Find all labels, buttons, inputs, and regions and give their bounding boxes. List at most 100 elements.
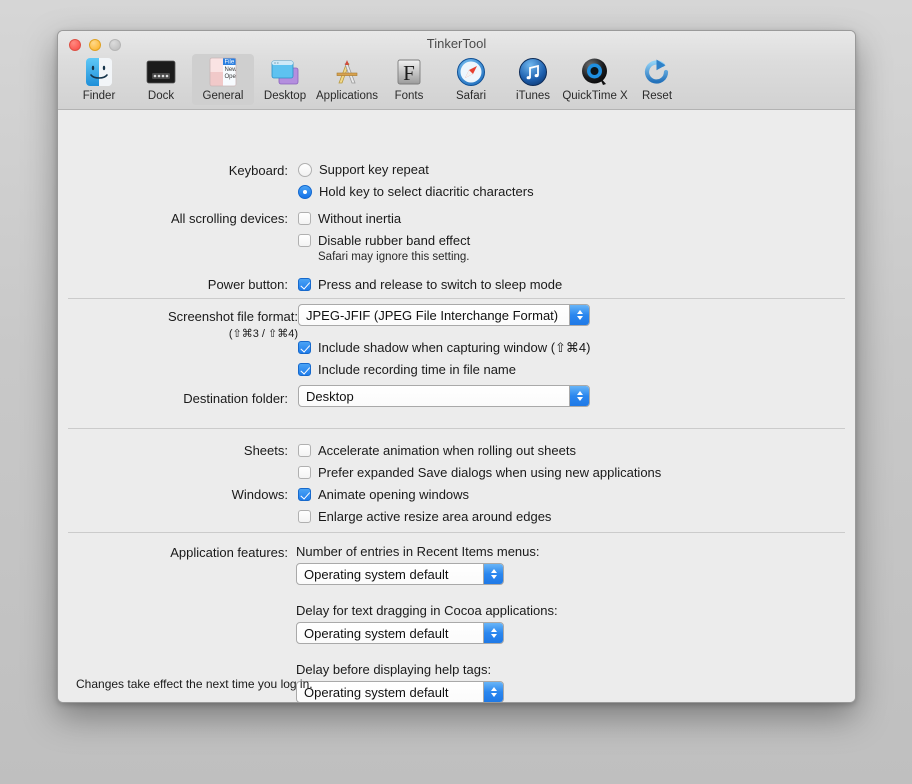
desktop-icon xyxy=(269,56,301,88)
window-chrome: TinkerTool Finder Dock File New Ope Gene… xyxy=(58,31,855,110)
option-label: Disable rubber band effect xyxy=(318,233,471,248)
toolbar-item-itunes[interactable]: iTunes xyxy=(502,54,564,105)
sheets-options: Accelerate animation when rolling out sh… xyxy=(298,442,661,481)
checkbox-include-recording-time[interactable]: Include recording time in file name xyxy=(298,361,590,378)
help-tag-delay-group: Delay before displaying help tags: Opera… xyxy=(296,661,558,702)
recent-items-caption: Number of entries in Recent Items menus: xyxy=(296,544,540,559)
toolbar-item-finder[interactable]: Finder xyxy=(68,54,130,105)
chevron-updown-icon xyxy=(483,623,503,643)
destination-label: Destination folder: xyxy=(183,391,288,406)
power-label-wrap: Power button: xyxy=(58,276,298,293)
keyboard-options: Support key repeat Hold key to select di… xyxy=(298,161,534,200)
checkbox-accelerate-sheets[interactable]: Accelerate animation when rolling out sh… xyxy=(298,442,661,459)
screenshot-controls: JPEG-JFIF (JPEG File Interchange Format)… xyxy=(298,304,590,378)
itunes-icon xyxy=(517,56,549,88)
checkbox-animate-opening-windows[interactable]: Animate opening windows xyxy=(298,486,551,503)
toolbar-label: QuickTime X xyxy=(562,90,628,102)
checkbox-indicator xyxy=(298,234,311,247)
screenshot-format-value: JPEG-JFIF (JPEG File Interchange Format) xyxy=(306,307,559,323)
destination-folder-select[interactable]: Desktop xyxy=(298,385,590,407)
power-options: Press and release to switch to sleep mod… xyxy=(298,276,562,293)
checkbox-expanded-save-dialogs[interactable]: Prefer expanded Save dialogs when using … xyxy=(298,464,661,481)
toolbar-item-dock[interactable]: Dock xyxy=(130,54,192,105)
toolbar-item-reset[interactable]: Reset xyxy=(626,54,688,105)
status-text: Changes take effect the next time you lo… xyxy=(76,677,313,691)
scrolling-note: Safari may ignore this setting. xyxy=(318,251,470,263)
toolbar-item-applications[interactable]: Applications xyxy=(316,54,378,105)
toolbar-label: Finder xyxy=(82,90,116,102)
safari-icon xyxy=(455,56,487,88)
windows-label-wrap: Windows: xyxy=(58,486,298,503)
recent-items-select[interactable]: Operating system default xyxy=(296,563,504,585)
checkbox-indicator xyxy=(298,278,311,291)
toolbar-label: iTunes xyxy=(515,90,551,102)
toolbar-item-safari[interactable]: Safari xyxy=(440,54,502,105)
scrolling-label-wrap: All scrolling devices: xyxy=(58,210,298,227)
option-label: Without inertia xyxy=(318,211,402,226)
fonts-icon: F xyxy=(393,56,425,88)
quicktime-icon xyxy=(579,56,611,88)
destination-folder-value: Desktop xyxy=(306,388,354,404)
windows-label: Windows: xyxy=(231,487,288,502)
checkbox-disable-rubber-band[interactable]: Disable rubber band effect xyxy=(298,232,470,249)
toolbar-label: Applications xyxy=(316,90,379,102)
radio-hold-key-diacritic[interactable]: Hold key to select diacritic characters xyxy=(298,183,534,200)
chevron-updown-icon xyxy=(569,305,589,325)
svg-text:F: F xyxy=(403,61,415,85)
checkbox-enlarge-resize-area[interactable]: Enlarge active resize area around edges xyxy=(298,508,551,525)
separator-3 xyxy=(68,532,845,533)
scrolling-label: All scrolling devices: xyxy=(170,211,288,226)
text-drag-delay-group: Delay for text dragging in Cocoa applica… xyxy=(296,602,558,644)
preferences-content: Keyboard: Support key repeat Hold key to… xyxy=(58,110,855,702)
toolbar-item-quicktime[interactable]: QuickTime X xyxy=(562,54,628,105)
sheets-label: Sheets: xyxy=(243,443,288,458)
checkbox-power-sleep[interactable]: Press and release to switch to sleep mod… xyxy=(298,276,562,293)
chevron-updown-icon xyxy=(483,564,503,584)
checkbox-indicator xyxy=(298,363,311,376)
toolbar-label: Reset xyxy=(641,90,673,102)
toolbar-label: General xyxy=(202,90,244,102)
tinkertool-window: TinkerTool Finder Dock File New Ope Gene… xyxy=(57,30,856,703)
svg-text:File: File xyxy=(225,60,235,66)
option-label: Include recording time in file name xyxy=(318,362,516,377)
checkbox-indicator xyxy=(298,212,311,225)
text-drag-delay-value: Operating system default xyxy=(304,625,449,641)
checkbox-indicator xyxy=(298,488,311,501)
general-icon: File New Ope xyxy=(207,56,239,88)
window-title: TinkerTool xyxy=(426,36,487,51)
checkbox-indicator xyxy=(298,341,311,354)
separator-1 xyxy=(68,298,845,299)
text-drag-delay-select[interactable]: Operating system default xyxy=(296,622,504,644)
help-tag-delay-value: Operating system default xyxy=(304,684,449,700)
recent-items-value: Operating system default xyxy=(304,566,449,582)
option-label: Press and release to switch to sleep mod… xyxy=(318,277,563,292)
toolbar-label: Desktop xyxy=(263,90,307,102)
toolbar-label: Dock xyxy=(147,90,175,102)
svg-text:New: New xyxy=(225,67,238,73)
radio-support-key-repeat[interactable]: Support key repeat xyxy=(298,161,534,178)
toolbar-item-general[interactable]: File New Ope General xyxy=(192,54,254,105)
destination-label-wrap: Destination folder: xyxy=(58,390,298,407)
windows-options: Animate opening windows Enlarge active r… xyxy=(298,486,551,525)
option-label: Prefer expanded Save dialogs when using … xyxy=(318,465,662,480)
keyboard-label: Keyboard: xyxy=(228,163,288,178)
option-label: Animate opening windows xyxy=(318,487,470,502)
reset-icon xyxy=(641,56,673,88)
toolbar-item-desktop[interactable]: Desktop xyxy=(254,54,316,105)
screenshot-format-select[interactable]: JPEG-JFIF (JPEG File Interchange Format) xyxy=(298,304,590,326)
option-label: Hold key to select diacritic characters xyxy=(319,184,534,199)
checkbox-without-inertia[interactable]: Without inertia xyxy=(298,210,470,227)
toolbar-label: Safari xyxy=(455,90,487,102)
chevron-updown-icon xyxy=(483,682,503,702)
screenshot-shortcut-label: (⇧⌘3 / ⇧⌘4) xyxy=(228,328,298,340)
chevron-updown-icon xyxy=(569,386,589,406)
appfeatures-groups: Number of entries in Recent Items menus:… xyxy=(296,543,558,702)
screenshot-label-wrap: Screenshot file format: (⇧⌘3 / ⇧⌘4) xyxy=(58,308,298,341)
destination-controls: Desktop xyxy=(298,385,590,407)
option-label: Accelerate animation when rolling out sh… xyxy=(318,443,576,458)
checkbox-include-shadow[interactable]: Include shadow when capturing window (⇧⌘… xyxy=(298,339,590,356)
toolbar-item-fonts[interactable]: F Fonts xyxy=(378,54,440,105)
dock-icon xyxy=(145,56,177,88)
help-tag-delay-select[interactable]: Operating system default xyxy=(296,681,504,702)
scrolling-options: Without inertia Disable rubber band effe… xyxy=(298,210,470,263)
